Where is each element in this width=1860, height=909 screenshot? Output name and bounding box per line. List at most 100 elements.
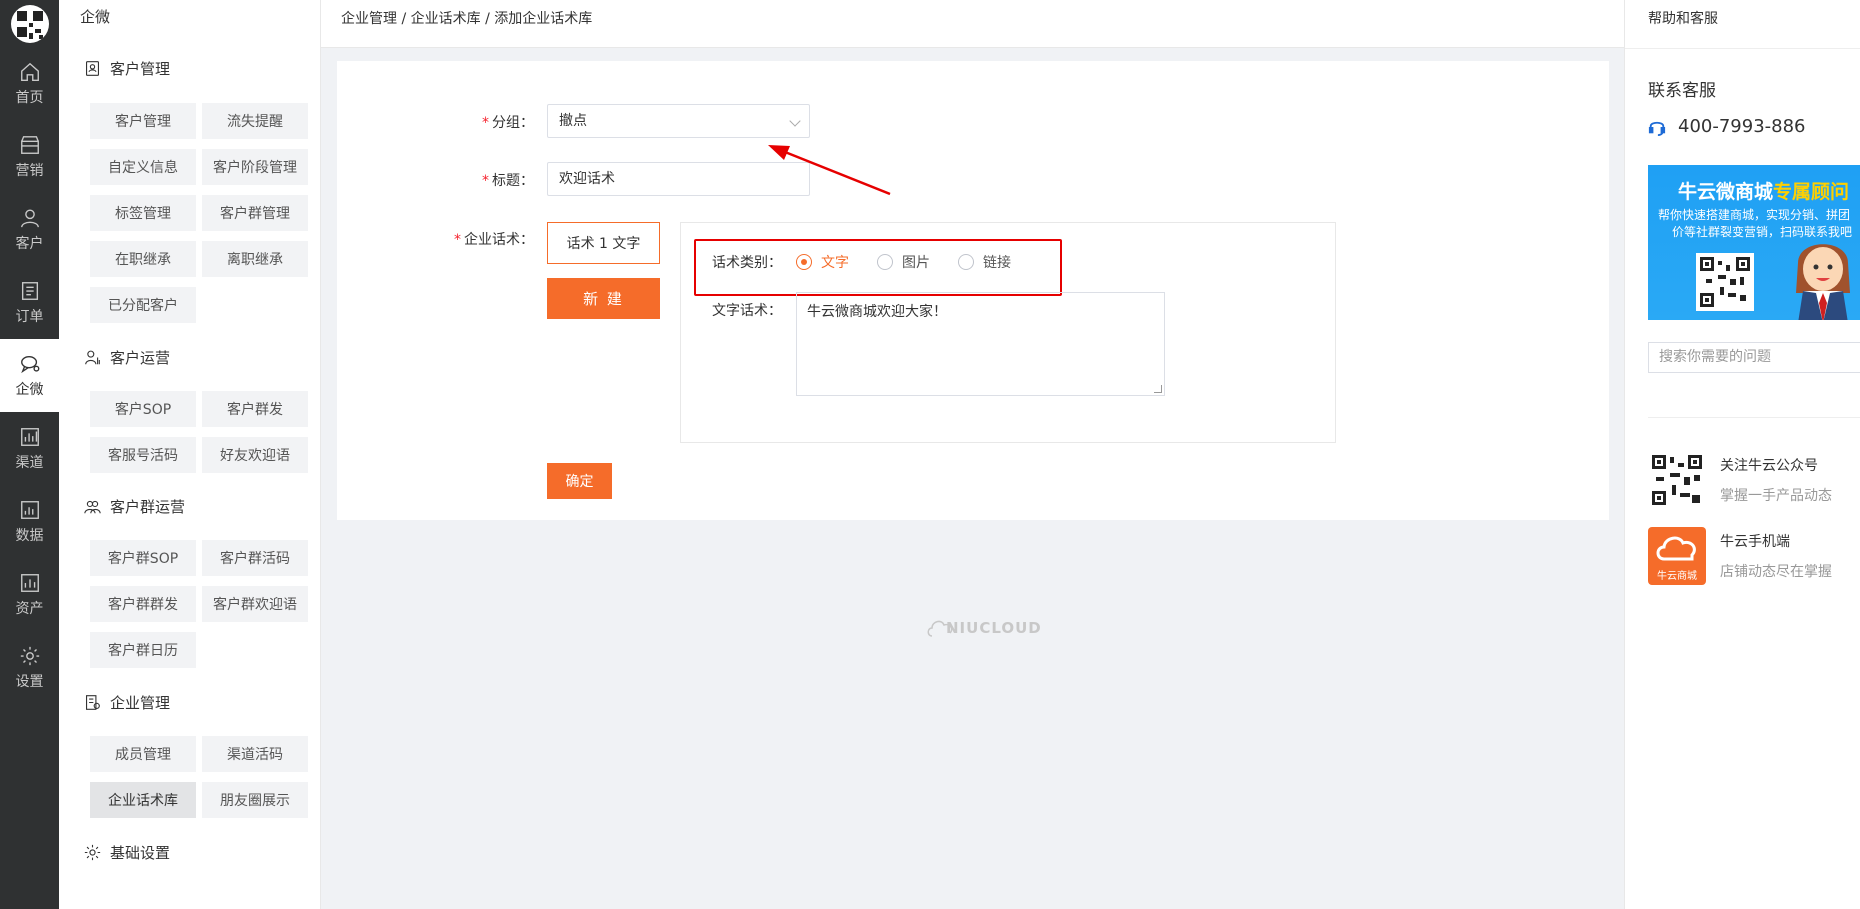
enterprise-icon [85, 694, 100, 710]
nav-label: 资产 [15, 600, 44, 617]
gear-icon [20, 646, 39, 665]
banner-title: 牛云微商城专属顾问 [1678, 181, 1850, 203]
follow-mobile-app[interactable]: 牛云商城 牛云手机端 店铺动态尽在掌握 [1648, 527, 1832, 585]
breadcrumb[interactable]: 企业管理 / 企业话术库 / 添加企业话术库 [341, 8, 592, 28]
menu-resign-inherit[interactable]: 离职继承 [202, 241, 308, 277]
nav-label: 企微 [15, 381, 44, 398]
section-grid: 客户SOP 客户群发 客服号活码 好友欢迎语 [59, 391, 321, 483]
annotation-arrow-icon [768, 145, 891, 196]
help-title: 帮助和客服 [1648, 11, 1718, 27]
follow-title: 关注牛云公众号 [1720, 458, 1818, 474]
nav-item-home[interactable]: 首页 [0, 47, 59, 120]
menu-channel-qrcode[interactable]: 渠道活码 [202, 736, 308, 772]
phone-number[interactable]: 400-7993-886 [1648, 116, 1806, 137]
nav-item-data[interactable]: 数据 [0, 485, 59, 558]
menu-group-broadcast[interactable]: 客户群群发 [90, 586, 196, 622]
nav-label: 订单 [15, 308, 44, 325]
gear-icon [84, 844, 101, 860]
new-script-button[interactable]: 新 建 [547, 278, 660, 319]
order-icon [21, 281, 38, 300]
menu-enterprise-script[interactable]: 企业话术库 [90, 782, 196, 818]
highlight-box [694, 239, 1062, 296]
group-icon [84, 500, 101, 513]
group-select[interactable]: 撤点 [547, 104, 810, 138]
breadcrumb-bar: 企业管理 / 企业话术库 / 添加企业话术库 [321, 0, 1624, 48]
text-script-textarea[interactable]: 牛云微商城欢迎大家！ [796, 292, 1165, 396]
qr-logo-icon [10, 4, 49, 43]
menu-group-welcome[interactable]: 客户群欢迎语 [202, 586, 308, 622]
menu-customer-management[interactable]: 客户管理 [90, 103, 196, 139]
section-enterprise-management: 企业管理 [84, 690, 320, 714]
section-basic-settings: 基础设置 [84, 840, 320, 864]
home-icon [20, 62, 39, 81]
menu-moments-display[interactable]: 朋友圈展示 [202, 782, 308, 818]
menu-tag-management[interactable]: 标签管理 [90, 195, 196, 231]
nav-item-channel[interactable]: 渠道 [0, 412, 59, 485]
section-grid: 客户群SOP 客户群活码 客户群群发 客户群欢迎语 客户群日历 [59, 540, 321, 678]
help-panel: 帮助和客服 联系客服 400-7993-886 牛云微商城专属顾问 帮你快速搭建… [1624, 0, 1860, 909]
nav-item-customer[interactable]: 客户 [0, 193, 59, 266]
menu-onjob-inherit[interactable]: 在职继承 [90, 241, 196, 277]
resize-handle-icon[interactable] [1154, 385, 1162, 393]
nav-item-order[interactable]: 订单 [0, 266, 59, 339]
divider [1648, 417, 1860, 418]
group-select-value: 撤点 [559, 113, 587, 129]
text-script-label: 文字话术： [712, 303, 782, 319]
chevron-down-icon [789, 115, 801, 127]
menu-assigned-customers[interactable]: 已分配客户 [90, 287, 196, 323]
nav-item-settings[interactable]: 设置 [0, 631, 59, 704]
menu-member-management[interactable]: 成员管理 [90, 736, 196, 772]
follow-subtitle: 掌握一手产品动态 [1720, 488, 1832, 504]
advisor-cartoon-icon [1796, 244, 1850, 320]
nav-label: 客户 [15, 235, 44, 252]
section-group-operation: 客户群运营 [84, 494, 320, 518]
menu-group-management[interactable]: 客户群管理 [202, 195, 308, 231]
menu-group-calendar[interactable]: 客户群日历 [90, 632, 196, 668]
sub-sidebar: 企微 客户管理 客户管理 流失提醒 自定义信息 客户阶段管理 标签管理 客户群管… [59, 0, 321, 909]
banner-qr-code [1696, 253, 1754, 311]
contact-title: 联系客服 [1648, 81, 1716, 101]
user-operation-icon [85, 350, 100, 364]
menu-custom-info[interactable]: 自定义信息 [90, 149, 196, 185]
script-label: * 企业话术： [454, 232, 534, 248]
confirm-button[interactable]: 确定 [547, 463, 612, 499]
menu-service-qrcode[interactable]: 客服号活码 [90, 437, 196, 473]
nav-label: 渠道 [15, 454, 44, 471]
cloud-icon [1656, 536, 1696, 561]
channel-icon [20, 427, 39, 446]
menu-customer-stage[interactable]: 客户阶段管理 [202, 149, 308, 185]
nav-item-marketing[interactable]: 营销 [0, 120, 59, 193]
nav-label: 设置 [15, 673, 44, 690]
nav-label: 数据 [15, 527, 44, 544]
data-icon [20, 500, 39, 519]
group-label: * 分组： [482, 115, 534, 131]
contacts-icon [85, 60, 100, 76]
advisor-banner[interactable]: 牛云微商城专属顾问 帮你快速搭建商城，实现分销、拼团 价等社群裂变营销，扫码联系… [1648, 165, 1860, 320]
menu-friend-welcome[interactable]: 好友欢迎语 [202, 437, 308, 473]
menu-group-sop[interactable]: 客户群SOP [90, 540, 196, 576]
nav-item-wecom[interactable]: 企微 [0, 339, 59, 412]
menu-customer-sop[interactable]: 客户SOP [90, 391, 196, 427]
follow-title: 牛云手机端 [1720, 534, 1790, 550]
nav-label: 首页 [15, 89, 44, 106]
section-customer-operation: 客户运营 [84, 345, 320, 369]
user-icon [20, 209, 39, 227]
wechat-qr-icon [1652, 455, 1702, 505]
asset-icon [20, 573, 39, 592]
follow-subtitle: 店铺动态尽在掌握 [1720, 564, 1832, 580]
nav-label: 营销 [15, 162, 44, 179]
chat-icon [20, 355, 39, 373]
form-card: * 分组： 撤点 * 标题： 欢迎话术 * 企业话术： 话术 1 文字 新 建 话术类… [337, 61, 1609, 520]
menu-group-qrcode[interactable]: 客户群活码 [202, 540, 308, 576]
menu-churn-reminder[interactable]: 流失提醒 [202, 103, 308, 139]
niucloud-watermark: NIUCLOUD [926, 616, 1042, 640]
menu-customer-broadcast[interactable]: 客户群发 [202, 391, 308, 427]
logo[interactable] [0, 0, 59, 47]
script-tab-1[interactable]: 话术 1 文字 [547, 222, 660, 264]
section-grid: 成员管理 渠道活码 企业话术库 朋友圈展示 [59, 736, 321, 828]
nav-item-asset[interactable]: 资产 [0, 558, 59, 631]
help-search-input[interactable]: 搜索你需要的问题 [1648, 342, 1860, 373]
shop-icon [20, 135, 39, 154]
follow-wechat[interactable]: 关注牛云公众号 掌握一手产品动态 [1648, 451, 1832, 509]
app-icon: 牛云商城 [1648, 527, 1706, 585]
